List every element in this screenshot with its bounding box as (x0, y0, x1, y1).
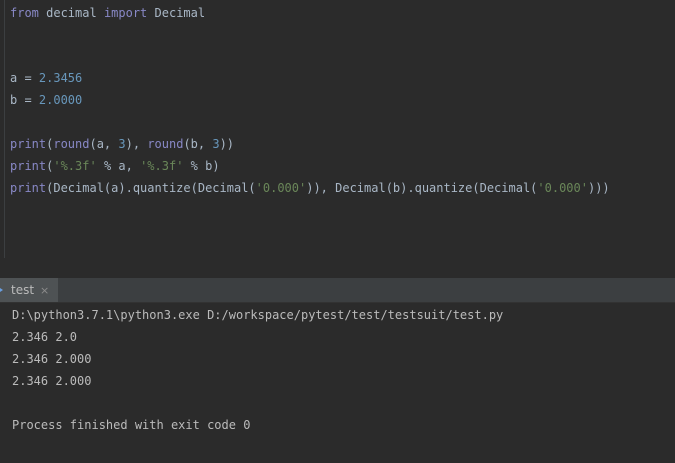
code-token: ), (125, 137, 148, 151)
code-token: 2.3456 (38, 71, 83, 85)
console-line-output-3: 2.346 2.000 (12, 374, 92, 388)
console-line-exit: Process finished with exit code 0 (12, 418, 251, 432)
code-line-5[interactable]: print('%.3f' % a, '%.3f' % b) (10, 158, 220, 174)
code-token: from (10, 6, 39, 20)
code-line-2[interactable]: a = 2.3456 (10, 70, 82, 86)
code-token: (Decimal(a).quantize(Decimal( (46, 181, 256, 195)
console-line-output-1: 2.346 2.0 (12, 330, 78, 344)
gutter-divider (4, 0, 5, 258)
code-token: a = (10, 71, 39, 85)
code-token: round (53, 137, 90, 151)
close-icon[interactable]: × (40, 284, 49, 297)
code-token: )), Decimal(b).quantize(Decimal( (306, 181, 538, 195)
code-token: % b) (183, 159, 220, 173)
code-line-3[interactable]: b = 2.0000 (10, 92, 82, 108)
panel-separator (0, 258, 675, 278)
code-token: decimal (38, 6, 104, 20)
console-line-command: D:\python3.7.1\python3.exe D:/workspace/… (12, 308, 504, 322)
run-tool-window-tabbar: test × (0, 278, 675, 303)
code-token: import (103, 6, 148, 20)
code-token: '0.000' (537, 181, 588, 195)
code-token: '0.000' (255, 181, 307, 195)
run-console[interactable]: D:\python3.7.1\python3.exe D:/workspace/… (0, 303, 675, 463)
console-line-output-2: 2.346 2.000 (12, 352, 92, 366)
code-token: b = (10, 93, 39, 107)
code-token: % a, (96, 159, 141, 173)
code-token: ))) (587, 181, 610, 195)
code-token: print (10, 159, 47, 173)
tab-test[interactable]: test × (0, 278, 58, 302)
code-token: '%.3f' (53, 159, 97, 173)
code-editor[interactable]: from decimal import Decimal a = 2.3456 b… (0, 0, 675, 258)
code-token: 3 (212, 137, 220, 151)
run-icon (0, 285, 6, 295)
code-token: (b, (183, 137, 213, 151)
code-line-4[interactable]: print(round(a, 3), round(b, 3)) (10, 136, 234, 152)
code-token: 2.0000 (38, 93, 83, 107)
code-token: )) (219, 137, 235, 151)
code-token: print (10, 137, 47, 151)
code-token: round (147, 137, 184, 151)
code-token: 3 (118, 137, 126, 151)
tab-test-label: test (11, 283, 35, 297)
code-token: print (10, 181, 47, 195)
code-line-1[interactable]: from decimal import Decimal (10, 5, 205, 21)
code-token: (a, (89, 137, 119, 151)
code-token: Decimal (147, 6, 206, 20)
code-line-6[interactable]: print(Decimal(a).quantize(Decimal('0.000… (10, 180, 610, 196)
code-token: '%.3f' (140, 159, 184, 173)
